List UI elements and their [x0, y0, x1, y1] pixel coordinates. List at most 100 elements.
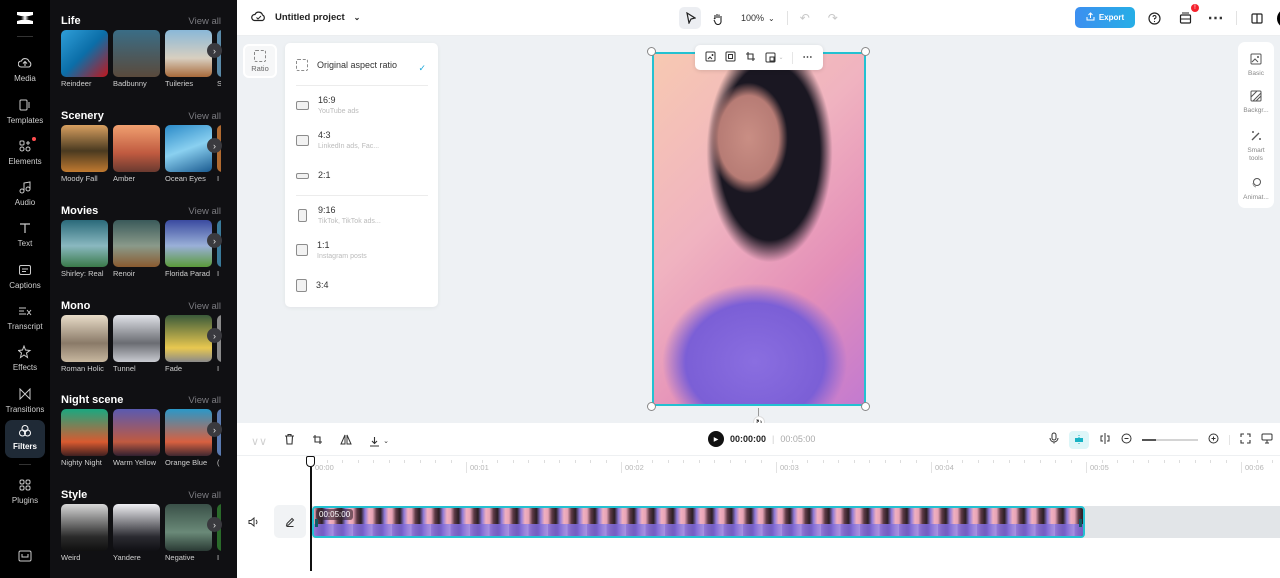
download-dropdown-button[interactable]: ⌄	[369, 436, 389, 447]
undo-button[interactable]: ↶	[794, 7, 816, 29]
crop-button[interactable]	[745, 51, 756, 65]
rail-item-effects[interactable]: Effects	[5, 341, 45, 379]
resize-handle-top-right[interactable]	[861, 47, 870, 56]
keyboard-shortcuts-icon[interactable]	[18, 549, 32, 567]
split-button[interactable]: ∨∨	[251, 435, 267, 448]
filter-item[interactable]: Negative	[165, 504, 212, 562]
filter-item[interactable]: I	[217, 125, 221, 183]
select-tool-button[interactable]	[679, 7, 701, 29]
clip-trim-handle-right[interactable]	[1079, 519, 1082, 527]
filter-item[interactable]: Moody Fall	[61, 125, 108, 183]
view-all-link[interactable]: View all	[188, 111, 221, 122]
filter-item[interactable]: Renoir	[113, 220, 160, 278]
filter-item[interactable]: S	[217, 30, 221, 88]
filter-item[interactable]: Florida Parad	[165, 220, 212, 278]
filter-item[interactable]: Weird	[61, 504, 108, 562]
fit-button[interactable]	[725, 51, 736, 65]
rail-item-elements[interactable]: Elements	[5, 135, 45, 173]
rail-item-templates[interactable]: Templates	[5, 94, 45, 132]
rail-item-text[interactable]: Text	[5, 217, 45, 255]
rail-item-filters[interactable]: Filters	[5, 420, 45, 458]
view-all-link[interactable]: View all	[188, 206, 221, 217]
resize-handle-bottom-right[interactable]	[861, 402, 870, 411]
delete-button[interactable]	[284, 432, 295, 450]
help-button[interactable]	[1143, 7, 1165, 29]
filter-item[interactable]: Yandere	[113, 504, 160, 562]
view-all-link[interactable]: View all	[188, 301, 221, 312]
project-title-dropdown[interactable]: Untitled project ⌄	[251, 10, 360, 25]
export-button[interactable]: Export	[1075, 7, 1135, 28]
ratio-option-2-1[interactable]: 2:1	[296, 170, 331, 180]
ratio-option-9-16[interactable]: 9:16 TikTok, TikTok ads...	[296, 205, 381, 225]
rail-item-plugins[interactable]: Plugins	[5, 474, 45, 512]
ratio-option-1-1[interactable]: 1:1 Instagram posts	[296, 240, 367, 260]
rail-item-transitions[interactable]: Transitions	[5, 383, 45, 421]
ratio-option-16-9[interactable]: 16:9 YouTube ads	[296, 95, 359, 115]
filter-item[interactable]: (	[217, 409, 221, 467]
view-all-link[interactable]: View all	[188, 490, 221, 501]
filter-item[interactable]: Orange Blue	[165, 409, 212, 467]
auto-snap-toggle[interactable]	[1069, 431, 1089, 449]
record-voice-button[interactable]	[1049, 431, 1059, 449]
video-preview-frame[interactable]	[652, 52, 866, 406]
more-options-button[interactable]: ⋯	[802, 52, 812, 63]
scroll-right-button[interactable]: ›	[207, 43, 222, 58]
feedback-button[interactable]	[1261, 431, 1273, 449]
fullscreen-button[interactable]	[1240, 431, 1251, 449]
filter-item[interactable]: Nighty Night	[61, 409, 108, 467]
capcut-logo[interactable]	[0, 6, 50, 30]
filter-item[interactable]: Warm Yellow	[113, 409, 160, 467]
link-toggle[interactable]	[1099, 431, 1111, 449]
filter-item[interactable]: I	[217, 315, 221, 373]
scroll-right-button[interactable]: ›	[207, 517, 222, 532]
rail-item-media[interactable]: Media	[5, 52, 45, 90]
ratio-button[interactable]: Ratio	[243, 44, 277, 78]
filter-item[interactable]: Fade	[165, 315, 212, 373]
crop-button[interactable]	[312, 432, 323, 450]
filter-item[interactable]: I	[217, 504, 221, 562]
ratio-option-4-3[interactable]: 4:3 LinkedIn ads, Fac...	[296, 130, 379, 150]
tab-basic[interactable]: Basic	[1238, 52, 1274, 78]
playhead-handle[interactable]	[306, 456, 315, 467]
mask-dropdown-button[interactable]: ⌄	[765, 52, 783, 63]
flip-button[interactable]	[340, 432, 352, 450]
ratio-option-original[interactable]: Original aspect ratio	[296, 59, 397, 71]
scroll-right-button[interactable]: ›	[207, 422, 222, 437]
clip-trim-handle-left[interactable]	[315, 519, 318, 527]
filter-item[interactable]: Tuileries	[165, 30, 212, 88]
video-clip[interactable]: 00:05:00	[312, 506, 1085, 538]
toggle-panel-button[interactable]	[1246, 7, 1268, 29]
scroll-right-button[interactable]: ›	[207, 328, 222, 343]
filter-item[interactable]: Roman Holic	[61, 315, 108, 373]
filter-item[interactable]: Shirley: Real	[61, 220, 108, 278]
rail-item-transcript[interactable]: Transcript	[5, 300, 45, 338]
scroll-right-button[interactable]: ›	[207, 233, 222, 248]
tab-smart-tools[interactable]: Smart tools	[1238, 129, 1274, 163]
zoom-out-button[interactable]	[1121, 431, 1132, 449]
filter-item[interactable]: Tunnel	[113, 315, 160, 373]
filter-item[interactable]: Reindeer	[61, 30, 108, 88]
ratio-option-3-4[interactable]: 3:4	[296, 279, 329, 292]
hand-tool-button[interactable]	[707, 7, 729, 29]
scroll-right-button[interactable]: ›	[207, 138, 222, 153]
tab-animation[interactable]: Animat...	[1238, 176, 1274, 202]
inbox-button[interactable]: !	[1174, 4, 1199, 29]
track-mute-button[interactable]	[248, 516, 259, 530]
play-button[interactable]: ▶	[708, 431, 724, 447]
resize-handle-bottom-left[interactable]	[647, 402, 656, 411]
more-options-button[interactable]: ⋯	[1205, 7, 1227, 29]
redo-button[interactable]: ↷	[822, 7, 844, 29]
replace-image-button[interactable]	[705, 51, 716, 65]
timeline-zoom-slider[interactable]	[1142, 439, 1198, 441]
filter-item[interactable]: I	[217, 220, 221, 278]
zoom-in-button[interactable]	[1208, 431, 1219, 449]
rail-item-audio[interactable]: Audio	[5, 176, 45, 214]
filter-item[interactable]: Badbunny	[113, 30, 160, 88]
view-all-link[interactable]: View all	[188, 395, 221, 406]
zoom-dropdown[interactable]: 100% ⌄	[741, 13, 775, 23]
tab-background[interactable]: Backgr...	[1238, 89, 1274, 115]
track-cover-edit-button[interactable]	[274, 505, 306, 538]
rail-item-captions[interactable]: Captions	[5, 259, 45, 297]
view-all-link[interactable]: View all	[188, 16, 221, 27]
filter-item[interactable]: Amber	[113, 125, 160, 183]
